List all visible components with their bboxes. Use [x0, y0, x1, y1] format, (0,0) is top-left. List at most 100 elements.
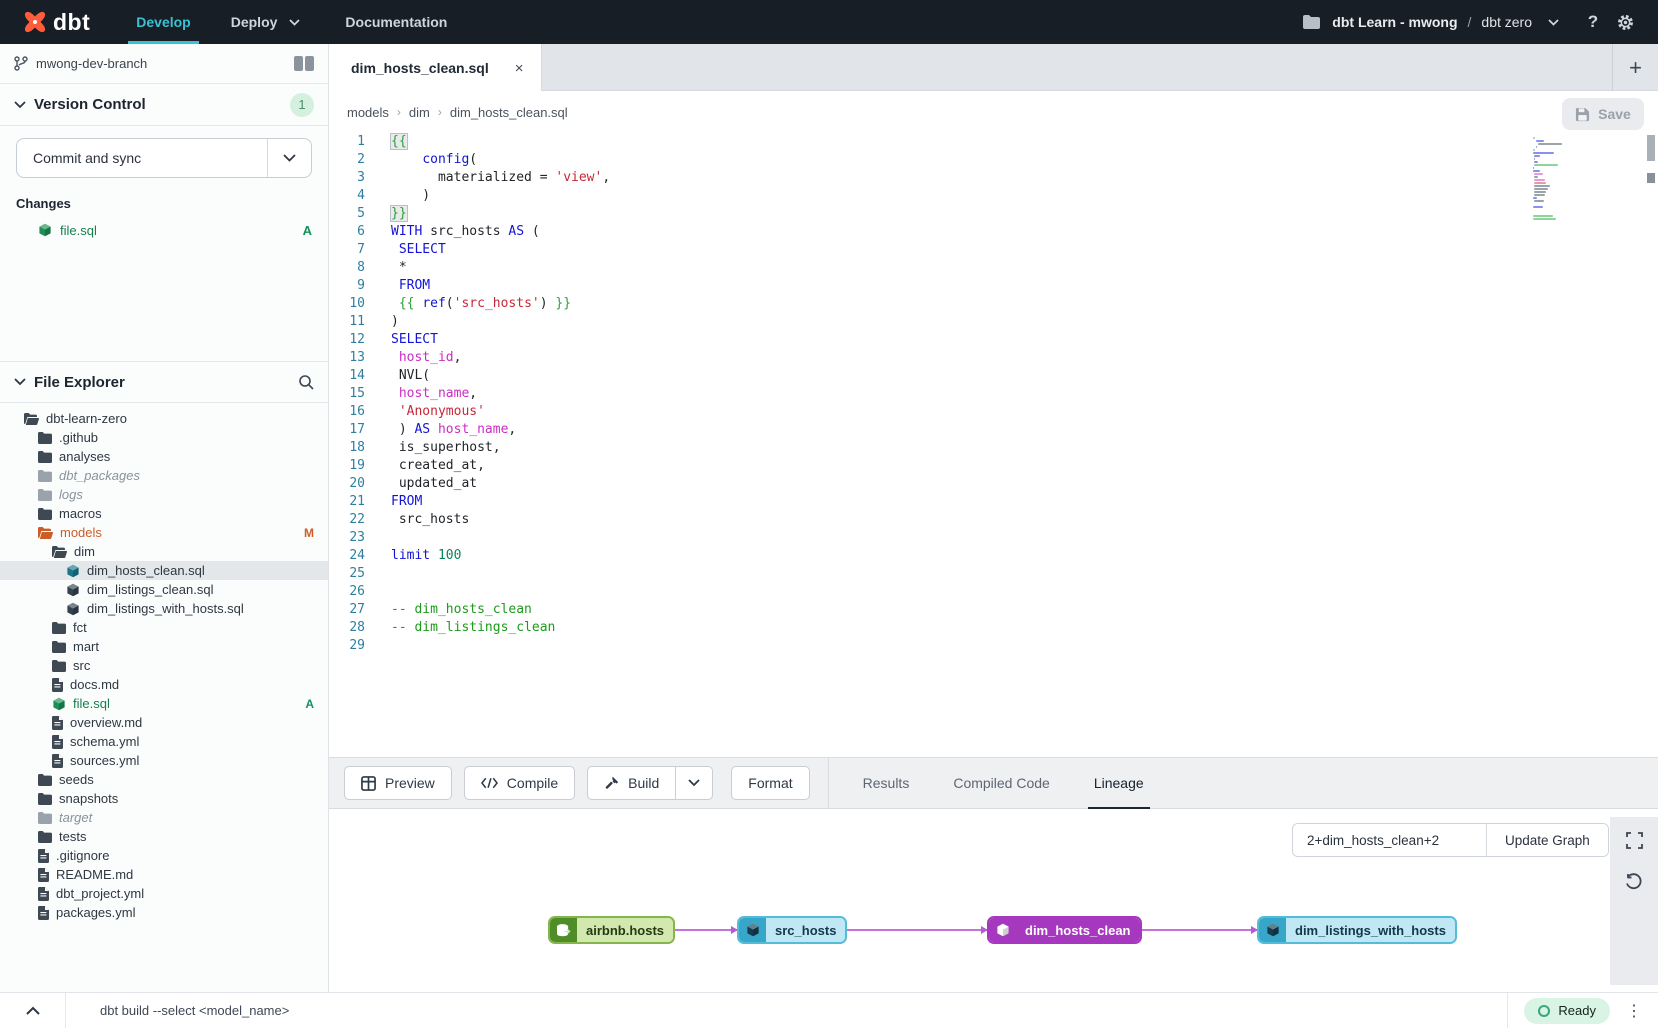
tab-dim-hosts-clean[interactable]: dim_hosts_clean.sql ×: [329, 44, 542, 92]
help-icon[interactable]: ?: [1582, 11, 1604, 33]
breadcrumb-item[interactable]: dim: [409, 105, 430, 120]
tree-item-sources-yml[interactable]: sources.yml: [0, 751, 328, 770]
tree-item-packages-yml[interactable]: packages.yml: [0, 903, 328, 922]
changed-file-row[interactable]: file.sql A: [0, 217, 328, 243]
code-line[interactable]: 29: [329, 637, 1658, 655]
tree-item-readme-md[interactable]: README.md: [0, 865, 328, 884]
code-line[interactable]: 20 updated_at: [329, 475, 1658, 493]
scrollbar-thumb[interactable]: [1647, 135, 1655, 161]
code-line[interactable]: 5}}: [329, 205, 1658, 223]
nav-documentation[interactable]: Documentation: [325, 0, 467, 44]
tree-item-src[interactable]: src: [0, 656, 328, 675]
reset-view-icon[interactable]: [1621, 869, 1647, 895]
branch-name[interactable]: mwong-dev-branch: [36, 56, 147, 71]
code-line[interactable]: 4 ): [329, 187, 1658, 205]
nav-deploy[interactable]: Deploy: [211, 0, 326, 44]
tree-item-dim-hosts-clean-sql[interactable]: dim_hosts_clean.sql: [0, 561, 328, 580]
lineage-selector-input[interactable]: [1293, 824, 1486, 856]
code-line[interactable]: 17 ) AS host_name,: [329, 421, 1658, 439]
tree-item--gitignore[interactable]: .gitignore: [0, 846, 328, 865]
code-line[interactable]: 9 FROM: [329, 277, 1658, 295]
gear-icon[interactable]: [1614, 11, 1636, 33]
search-icon[interactable]: [298, 374, 314, 390]
format-button[interactable]: Format: [731, 766, 809, 800]
code-line[interactable]: 22 src_hosts: [329, 511, 1658, 529]
split-view-icon[interactable]: [294, 56, 314, 71]
file-explorer-header[interactable]: File Explorer: [0, 361, 328, 403]
version-control-header[interactable]: Version Control 1: [0, 84, 328, 126]
tree-item-target[interactable]: target: [0, 808, 328, 827]
build-button[interactable]: Build: [587, 766, 675, 800]
tree-item-dbt-packages[interactable]: dbt_packages: [0, 466, 328, 485]
lineage-node-dim-hosts-clean[interactable]: dim_hosts_clean: [987, 916, 1142, 944]
tree-item-tests[interactable]: tests: [0, 827, 328, 846]
breadcrumb-item[interactable]: models: [347, 105, 389, 120]
code-line[interactable]: 2 config(: [329, 151, 1658, 169]
dbt-logo[interactable]: dbt: [0, 0, 116, 44]
tree-item--github[interactable]: .github: [0, 428, 328, 447]
panel-tab-lineage[interactable]: Lineage: [1094, 757, 1144, 809]
environment-name[interactable]: dbt zero: [1481, 14, 1532, 30]
code-line[interactable]: 15 host_name,: [329, 385, 1658, 403]
code-line[interactable]: 19 created_at,: [329, 457, 1658, 475]
editor-scrollbar[interactable]: [1644, 133, 1658, 757]
tree-item-dim[interactable]: dim: [0, 542, 328, 561]
close-icon[interactable]: ×: [515, 60, 524, 77]
tree-item-overview-md[interactable]: overview.md: [0, 713, 328, 732]
code-line[interactable]: 14 NVL(: [329, 367, 1658, 385]
tree-item-dbt-learn-zero[interactable]: dbt-learn-zero: [0, 409, 328, 428]
minimap[interactable]: [1533, 137, 1567, 224]
code-line[interactable]: 18 is_superhost,: [329, 439, 1658, 457]
tree-item-schema-yml[interactable]: schema.yml: [0, 732, 328, 751]
panel-tab-compiled-code[interactable]: Compiled Code: [953, 757, 1050, 809]
preview-button[interactable]: Preview: [344, 766, 452, 800]
fullscreen-icon[interactable]: [1621, 827, 1647, 853]
tree-item-dim-listings-clean-sql[interactable]: dim_listings_clean.sql: [0, 580, 328, 599]
code-line[interactable]: 21FROM: [329, 493, 1658, 511]
code-line[interactable]: 13 host_id,: [329, 349, 1658, 367]
code-line[interactable]: 23: [329, 529, 1658, 547]
code-line[interactable]: 27-- dim_hosts_clean: [329, 601, 1658, 619]
project-name[interactable]: dbt Learn - mwong: [1332, 14, 1457, 30]
tree-item-mart[interactable]: mart: [0, 637, 328, 656]
tree-item-docs-md[interactable]: docs.md: [0, 675, 328, 694]
commit-and-sync-button[interactable]: Commit and sync: [16, 138, 312, 178]
code-line[interactable]: 10 {{ ref('src_hosts') }}: [329, 295, 1658, 313]
new-tab-button[interactable]: +: [1612, 44, 1658, 91]
tree-item-logs[interactable]: logs: [0, 485, 328, 504]
tree-item-file-sql[interactable]: file.sqlA: [0, 694, 328, 713]
kebab-menu-icon[interactable]: ⋮: [1626, 1001, 1642, 1021]
tree-item-analyses[interactable]: analyses: [0, 447, 328, 466]
nav-develop[interactable]: Develop: [116, 0, 210, 44]
lineage-node-airbnb-hosts[interactable]: airbnb.hosts: [548, 916, 675, 944]
code-line[interactable]: 25: [329, 565, 1658, 583]
compile-button[interactable]: Compile: [464, 766, 575, 800]
code-editor[interactable]: 1{{2 config(3 materialized = 'view',4 )5…: [329, 133, 1658, 757]
breadcrumb-item[interactable]: dim_hosts_clean.sql: [450, 105, 568, 120]
code-line[interactable]: 12SELECT: [329, 331, 1658, 349]
tree-item-seeds[interactable]: seeds: [0, 770, 328, 789]
build-options-caret[interactable]: [675, 766, 713, 800]
code-line[interactable]: 1{{: [329, 133, 1658, 151]
tree-item-dbt-project-yml[interactable]: dbt_project.yml: [0, 884, 328, 903]
panel-tab-results[interactable]: Results: [863, 757, 910, 809]
code-line[interactable]: 8 *: [329, 259, 1658, 277]
save-button[interactable]: Save: [1562, 98, 1644, 130]
tree-item-dim-listings-with-hosts-sql[interactable]: dim_listings_with_hosts.sql: [0, 599, 328, 618]
tree-item-fct[interactable]: fct: [0, 618, 328, 637]
lineage-node-dim-listings-with-hosts[interactable]: dim_listings_with_hosts: [1257, 916, 1457, 944]
code-line[interactable]: 26: [329, 583, 1658, 601]
lineage-node-src-hosts[interactable]: src_hosts: [737, 916, 847, 944]
code-line[interactable]: 11): [329, 313, 1658, 331]
tree-item-snapshots[interactable]: snapshots: [0, 789, 328, 808]
update-graph-button[interactable]: Update Graph: [1486, 824, 1608, 856]
tree-item-models[interactable]: modelsM: [0, 523, 328, 542]
commit-options-caret[interactable]: [267, 139, 311, 177]
code-line[interactable]: 6WITH src_hosts AS (: [329, 223, 1658, 241]
code-line[interactable]: 16 'Anonymous': [329, 403, 1658, 421]
tree-item-macros[interactable]: macros: [0, 504, 328, 523]
code-line[interactable]: 24limit 100: [329, 547, 1658, 565]
code-line[interactable]: 7 SELECT: [329, 241, 1658, 259]
command-input[interactable]: dbt build --select <model_name>: [66, 1003, 1507, 1018]
expand-console-button[interactable]: [0, 993, 66, 1028]
